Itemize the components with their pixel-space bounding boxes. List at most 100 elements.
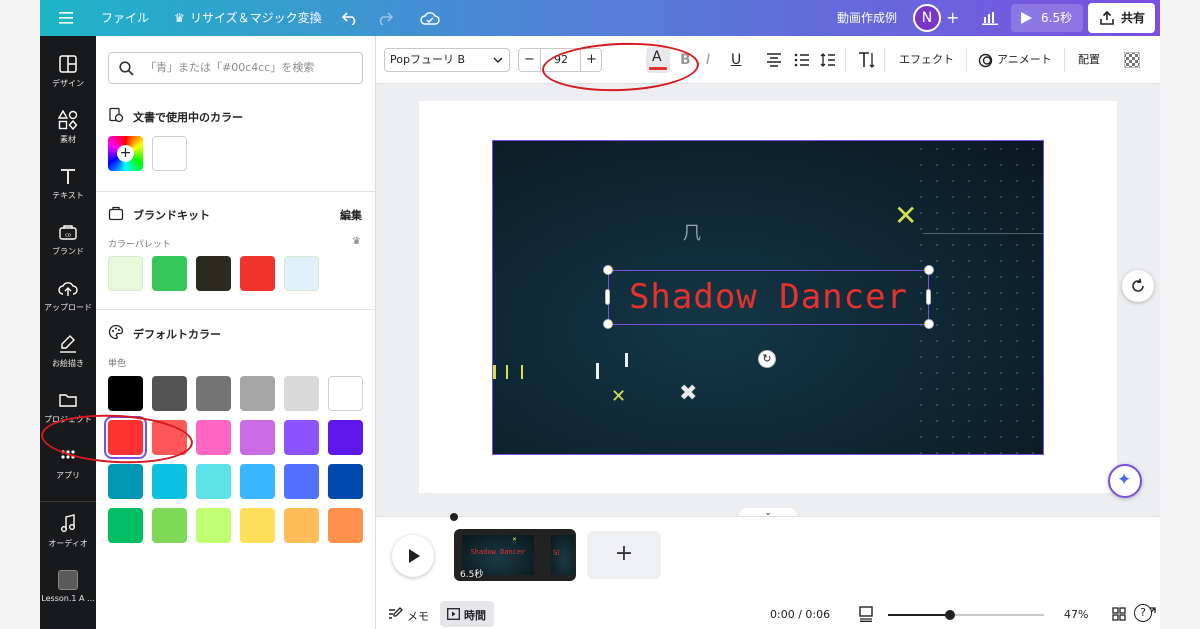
default-color-swatch[interactable] <box>240 376 275 411</box>
default-color-swatch[interactable] <box>284 508 319 543</box>
default-color-swatch[interactable] <box>328 464 363 499</box>
cross-mark-icon: ✖ <box>679 381 698 406</box>
add-collaborator-icon[interactable]: + <box>946 0 959 36</box>
project-title[interactable]: 動画作成例 <box>837 0 897 36</box>
default-color-swatch[interactable] <box>152 464 187 499</box>
default-color-swatch[interactable] <box>284 376 319 411</box>
add-color-button[interactable]: + <box>108 136 143 171</box>
add-clip-button[interactable]: + <box>587 531 661 579</box>
resize-handle-right[interactable] <box>926 289 931 305</box>
default-color-swatch[interactable] <box>108 464 143 499</box>
color-search-input[interactable]: 「青」または「#00c4cc」を検索 <box>108 52 363 84</box>
share-upload-icon <box>1100 11 1114 25</box>
italic-icon[interactable]: I <box>706 36 710 84</box>
font-family-select[interactable]: Popフューリ B <box>384 48 510 72</box>
effects-button[interactable]: エフェクト <box>899 36 954 84</box>
default-color-swatch[interactable] <box>240 508 275 543</box>
refresh-suggest-button[interactable] <box>1122 270 1154 302</box>
default-color-swatch[interactable] <box>196 376 231 411</box>
timeline-play-button[interactable] <box>392 535 434 577</box>
insights-chart-icon[interactable] <box>980 8 1000 28</box>
resize-handle-top-left[interactable] <box>603 265 613 275</box>
brand-color-swatch[interactable] <box>152 256 187 291</box>
brand-kit-edit-link[interactable]: 編集 <box>340 207 362 223</box>
default-color-swatch[interactable] <box>196 420 231 455</box>
shapes-icon <box>58 110 78 130</box>
page-view-icon[interactable] <box>858 606 874 622</box>
resize-handle-left[interactable] <box>605 289 610 305</box>
right-margin <box>1160 0 1200 629</box>
resize-menu[interactable]: リサイズ＆マジック変換 <box>190 0 322 36</box>
align-center-icon[interactable] <box>766 53 782 67</box>
default-color-swatch[interactable] <box>196 508 231 543</box>
magic-assistant-button[interactable]: ✦ <box>1108 464 1142 498</box>
play-icon <box>409 549 420 563</box>
default-color-swatch[interactable] <box>328 376 363 411</box>
rail-item-draw[interactable]: お絵描き <box>40 334 96 384</box>
rail-item-lesson[interactable]: Lesson.1 A ... <box>40 570 96 620</box>
position-button[interactable]: 配置 <box>1078 36 1100 84</box>
default-color-swatch[interactable] <box>108 376 143 411</box>
animate-button[interactable]: アニメート <box>997 36 1052 84</box>
default-color-swatch[interactable] <box>284 464 319 499</box>
doc-colors-title: 文書で使用中のカラー <box>133 111 243 124</box>
doc-color-swatch-white[interactable] <box>152 136 187 171</box>
zoom-slider-knob[interactable] <box>945 610 956 620</box>
resize-handle-bottom-right[interactable] <box>924 319 934 329</box>
lesson-thumbnail-icon <box>58 570 78 590</box>
help-icon[interactable]: ? <box>1134 604 1152 622</box>
brand-color-swatch[interactable] <box>240 256 275 291</box>
line-spacing-icon[interactable] <box>820 52 836 68</box>
default-color-swatch[interactable] <box>152 376 187 411</box>
file-menu[interactable]: ファイル <box>101 0 149 36</box>
zoom-percentage[interactable]: 47% <box>1064 608 1088 621</box>
default-color-swatch[interactable] <box>328 420 363 455</box>
resize-handle-bottom-left[interactable] <box>603 319 613 329</box>
glitch-bar <box>625 353 628 367</box>
rail-item-audio[interactable]: オーディオ <box>40 514 96 564</box>
glitch-bar <box>506 365 508 379</box>
toolbar-divider <box>966 48 967 72</box>
playhead-icon[interactable] <box>450 513 458 521</box>
default-color-swatch[interactable] <box>328 508 363 543</box>
preview-play-button[interactable]: 6.5秒 <box>1011 4 1083 32</box>
transparency-icon[interactable] <box>1124 52 1140 68</box>
default-color-swatch[interactable] <box>196 464 231 499</box>
default-color-swatch[interactable] <box>152 508 187 543</box>
hamburger-menu-icon[interactable] <box>56 8 76 28</box>
brand-color-swatch[interactable] <box>284 256 319 291</box>
default-color-swatch[interactable] <box>108 508 143 543</box>
undo-icon[interactable] <box>340 8 360 28</box>
resize-handle-top-right[interactable] <box>924 265 934 275</box>
default-color-swatch[interactable] <box>240 464 275 499</box>
rail-item-elements[interactable]: 素材 <box>40 110 96 160</box>
user-avatar[interactable]: N <box>913 4 941 32</box>
zoom-slider[interactable] <box>888 610 1044 620</box>
share-button[interactable]: 共有 <box>1088 3 1155 33</box>
default-color-swatch[interactable] <box>240 420 275 455</box>
text-orientation-icon[interactable] <box>858 51 876 69</box>
redo-icon[interactable] <box>375 8 395 28</box>
decrease-font-size-button[interactable]: − <box>519 49 541 71</box>
notes-button[interactable]: メモ <box>407 608 429 624</box>
cloud-saved-icon[interactable] <box>420 8 440 28</box>
timeline-clip[interactable]: Shadow Dancer ✕ Sl 6.5秒 <box>454 529 576 581</box>
cross-mark-icon: ✕ <box>512 536 518 543</box>
rail-item-text[interactable]: テキスト <box>40 166 96 216</box>
brand-color-swatch[interactable] <box>108 256 143 291</box>
clip-thumbnail-fragment: Sl <box>553 549 560 557</box>
rotate-handle-icon[interactable]: ↻ <box>758 350 776 368</box>
timing-button[interactable]: 時間 <box>440 601 494 627</box>
rail-item-brand[interactable]: co ブランド <box>40 222 96 272</box>
rail-label: 素材 <box>60 135 76 144</box>
refresh-icon <box>1132 278 1144 292</box>
search-placeholder: 「青」または「#00c4cc」を検索 <box>145 61 315 74</box>
rail-item-design[interactable]: デザイン <box>40 54 96 104</box>
brand-color-swatch[interactable] <box>196 256 231 291</box>
underline-icon[interactable]: U <box>731 36 741 84</box>
bullet-list-icon[interactable] <box>794 53 810 67</box>
default-color-swatch[interactable] <box>284 420 319 455</box>
preview-duration: 6.5秒 <box>1041 11 1073 25</box>
rail-item-uploads[interactable]: アップロード <box>40 278 96 328</box>
grid-view-icon[interactable] <box>1112 607 1126 621</box>
